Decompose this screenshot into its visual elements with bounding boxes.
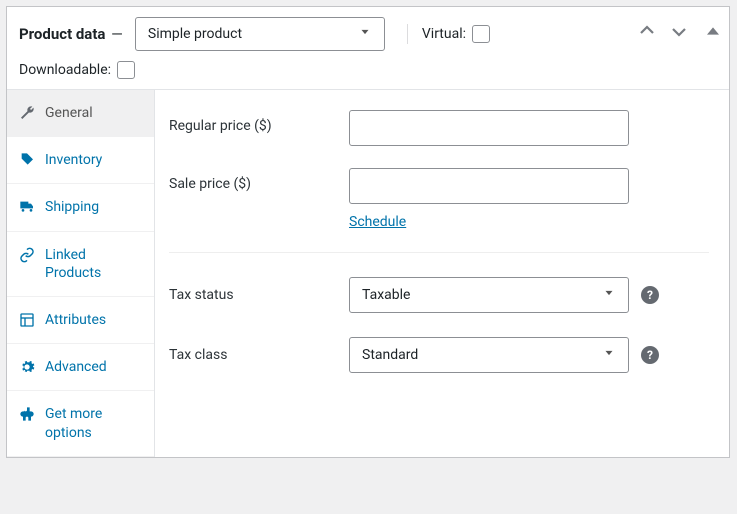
- tab-shipping[interactable]: Shipping: [7, 184, 154, 231]
- panel-controls: [637, 21, 719, 41]
- panel-body: General Inventory Shipping Linked Produc…: [7, 90, 729, 457]
- tab-attributes[interactable]: Attributes: [7, 297, 154, 344]
- move-down-button[interactable]: [669, 21, 689, 41]
- product-data-panel: Product data — Simple product Virtual: D…: [6, 6, 730, 458]
- gear-icon: [19, 359, 35, 375]
- panel-title: Product data —: [19, 25, 129, 43]
- layout-icon: [19, 312, 35, 328]
- tax-class-select[interactable]: Standard: [349, 337, 629, 373]
- tag-icon: [19, 152, 35, 168]
- chevron-down-icon: [602, 286, 616, 304]
- schedule-link[interactable]: Schedule: [349, 214, 406, 230]
- regular-price-label: Regular price ($): [169, 110, 349, 134]
- chevron-down-icon: [358, 25, 372, 43]
- toggle-panel-button[interactable]: [707, 25, 719, 37]
- tax-status-value: Taxable: [362, 287, 410, 303]
- downloadable-checkbox-wrap[interactable]: Downloadable:: [19, 61, 703, 79]
- downloadable-label: Downloadable:: [19, 62, 111, 78]
- truck-icon: [19, 199, 35, 215]
- tab-advanced[interactable]: Advanced: [7, 344, 154, 391]
- divider: [407, 24, 408, 44]
- tab-label: Get more options: [45, 405, 142, 441]
- regular-price-input[interactable]: [349, 110, 629, 146]
- tab-label: Advanced: [45, 358, 142, 376]
- tab-label: Inventory: [45, 151, 142, 169]
- sale-price-label: Sale price ($): [169, 168, 349, 192]
- tab-label: Linked Products: [45, 246, 142, 282]
- virtual-checkbox-wrap[interactable]: Virtual:: [422, 25, 490, 43]
- tab-get-more-options[interactable]: Get more options: [7, 391, 154, 456]
- tax-class-row: Tax class Standard ?: [169, 337, 709, 373]
- tax-class-label: Tax class: [169, 347, 349, 363]
- tax-status-row: Tax status Taxable ?: [169, 277, 709, 313]
- link-icon: [19, 247, 35, 263]
- tab-general[interactable]: General: [7, 90, 154, 137]
- chevron-down-icon: [602, 346, 616, 364]
- tax-class-help[interactable]: ?: [641, 346, 659, 364]
- downloadable-checkbox[interactable]: [117, 61, 135, 79]
- move-up-button[interactable]: [637, 21, 657, 41]
- product-type-select[interactable]: Simple product: [135, 17, 385, 51]
- virtual-label: Virtual:: [422, 26, 466, 42]
- tax-class-value: Standard: [362, 347, 418, 363]
- sidebar: General Inventory Shipping Linked Produc…: [7, 90, 155, 457]
- tab-label: General: [45, 104, 142, 122]
- tab-linked-products[interactable]: Linked Products: [7, 232, 154, 297]
- tax-status-help[interactable]: ?: [641, 286, 659, 304]
- tab-label: Attributes: [45, 311, 142, 329]
- wrench-icon: [19, 105, 35, 121]
- virtual-checkbox[interactable]: [472, 25, 490, 43]
- sale-price-row: Sale price ($) Schedule: [169, 168, 709, 230]
- sale-price-input[interactable]: [349, 168, 629, 204]
- tax-status-label: Tax status: [169, 287, 349, 303]
- tab-inventory[interactable]: Inventory: [7, 137, 154, 184]
- tab-label: Shipping: [45, 198, 142, 216]
- separator: [169, 252, 709, 253]
- tax-status-select[interactable]: Taxable: [349, 277, 629, 313]
- regular-price-row: Regular price ($): [169, 110, 709, 146]
- product-type-value: Simple product: [148, 26, 242, 42]
- content-area: Regular price ($) Sale price ($) Schedul…: [155, 90, 729, 457]
- panel-header: Product data — Simple product Virtual: D…: [7, 7, 729, 90]
- plugin-icon: [19, 406, 35, 422]
